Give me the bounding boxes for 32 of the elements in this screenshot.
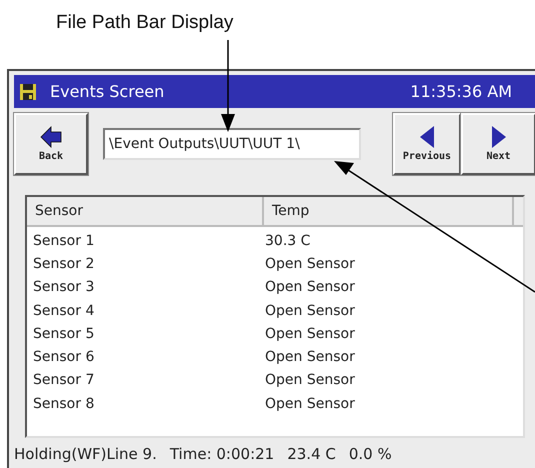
table-cell-text: Sensor 8 [32, 396, 96, 412]
file-path-field[interactable]: \Event Outputs\UUT\UUT 1\ [103, 128, 361, 160]
table-cell-text: Sensor 5 [32, 326, 96, 342]
table-cell-text: Sensor 2 [32, 256, 96, 272]
callout-label: File Path Bar Display [56, 12, 234, 34]
table-cell-text: Sensor 7 [32, 372, 96, 388]
table-cell-text: Sensor 4 [32, 302, 96, 319]
elapsed-time: Time: 0:00:21 [170, 445, 274, 463]
table-cell: Open Sensor [265, 396, 355, 412]
clock-time: 11:35:36 AM [410, 82, 512, 101]
table-cell: Open Sensor [265, 279, 355, 296]
table-cell-text: Sensor 3 [32, 279, 96, 296]
window-title: Events Screen [50, 82, 166, 101]
table-cell-text: Sensor 1 [32, 232, 96, 249]
table-cell: 30.3 C [265, 232, 310, 249]
column-header[interactable]: Temp [264, 197, 514, 225]
table-cell: Open Sensor [265, 349, 355, 366]
column-header[interactable]: Sensor [27, 197, 264, 225]
temperature-reading: 23.4 C [287, 445, 336, 463]
table-cell-text: Sensor 6 [32, 349, 96, 366]
table-cell: Open Sensor [265, 372, 355, 388]
back-button[interactable]: Back [14, 113, 88, 175]
status-text: Holding(WF)Line 9. [14, 445, 157, 463]
percent-reading: 0.0 % [348, 445, 392, 463]
table-cell: Open Sensor [265, 326, 355, 342]
next-button[interactable]: Next [461, 113, 535, 175]
left-arrow-icon [40, 126, 62, 148]
previous-button[interactable]: Previous [393, 113, 461, 175]
left-triangle-icon [420, 126, 434, 148]
table-cell: Open Sensor [265, 256, 355, 272]
table-cell: Open Sensor [265, 302, 355, 319]
right-triangle-icon [492, 126, 506, 148]
